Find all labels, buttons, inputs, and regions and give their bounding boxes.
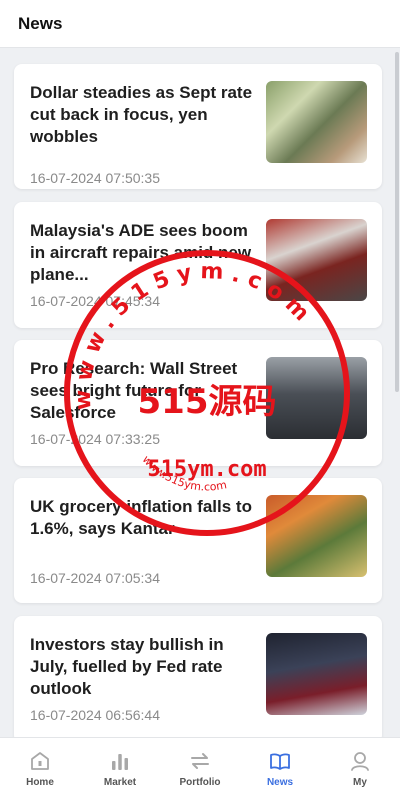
news-thumbnail bbox=[266, 357, 367, 439]
news-thumbnail bbox=[266, 495, 367, 577]
news-card[interactable]: UK grocery inflation falls to 1.6%, says… bbox=[14, 478, 382, 603]
scrollbar[interactable] bbox=[395, 52, 399, 392]
swap-arrows-icon bbox=[191, 753, 209, 769]
news-timestamp: 16-07-2024 07:50:35 bbox=[30, 170, 160, 186]
tab-label: Market bbox=[103, 777, 137, 788]
news-card[interactable]: Dollar steadies as Sept rate cut back in… bbox=[14, 64, 382, 189]
tab-portfolio[interactable]: Portfolio bbox=[160, 738, 240, 797]
news-headline: Dollar steadies as Sept rate cut back in… bbox=[30, 83, 253, 146]
news-timestamp: 16-07-2024 07:05:34 bbox=[30, 570, 160, 586]
news-card[interactable]: Pro Research: Wall Street sees bright fu… bbox=[14, 340, 382, 466]
tab-news[interactable]: News bbox=[240, 738, 320, 797]
news-feed[interactable]: Dollar steadies as Sept rate cut back in… bbox=[0, 49, 400, 737]
news-thumbnail bbox=[266, 81, 367, 163]
news-card[interactable]: Malaysia's ADE sees boom in aircraft rep… bbox=[14, 202, 382, 328]
open-book-icon bbox=[270, 753, 290, 770]
bar-chart-icon bbox=[112, 754, 128, 770]
home-icon bbox=[31, 752, 49, 770]
news-headline: Investors stay bullish in July, fuelled … bbox=[30, 635, 224, 698]
tab-label: Portfolio bbox=[179, 777, 221, 788]
news-timestamp: 16-07-2024 07:33:25 bbox=[30, 431, 160, 447]
news-timestamp: 16-07-2024 07:45:34 bbox=[30, 293, 160, 309]
tab-market[interactable]: Market bbox=[80, 738, 160, 797]
tab-label: News bbox=[266, 777, 294, 788]
tab-label: Home bbox=[26, 777, 54, 788]
news-headline: UK grocery inflation falls to 1.6%, says… bbox=[30, 497, 252, 538]
news-timestamp: 16-07-2024 06:56:44 bbox=[30, 707, 160, 723]
user-icon bbox=[351, 752, 369, 771]
tab-home[interactable]: Home bbox=[0, 738, 80, 797]
app-header: News bbox=[0, 0, 400, 48]
news-headline: Malaysia's ADE sees boom in aircraft rep… bbox=[30, 221, 252, 284]
news-card[interactable]: Investors stay bullish in July, fuelled … bbox=[14, 616, 382, 737]
page-title: News bbox=[18, 13, 63, 33]
tab-label: My bbox=[353, 777, 367, 788]
bottom-tab-bar: Home Market Portfolio News My bbox=[0, 737, 400, 797]
news-thumbnail bbox=[266, 633, 367, 715]
news-thumbnail bbox=[266, 219, 367, 301]
news-headline: Pro Research: Wall Street sees bright fu… bbox=[30, 359, 238, 422]
tab-my[interactable]: My bbox=[320, 738, 400, 797]
